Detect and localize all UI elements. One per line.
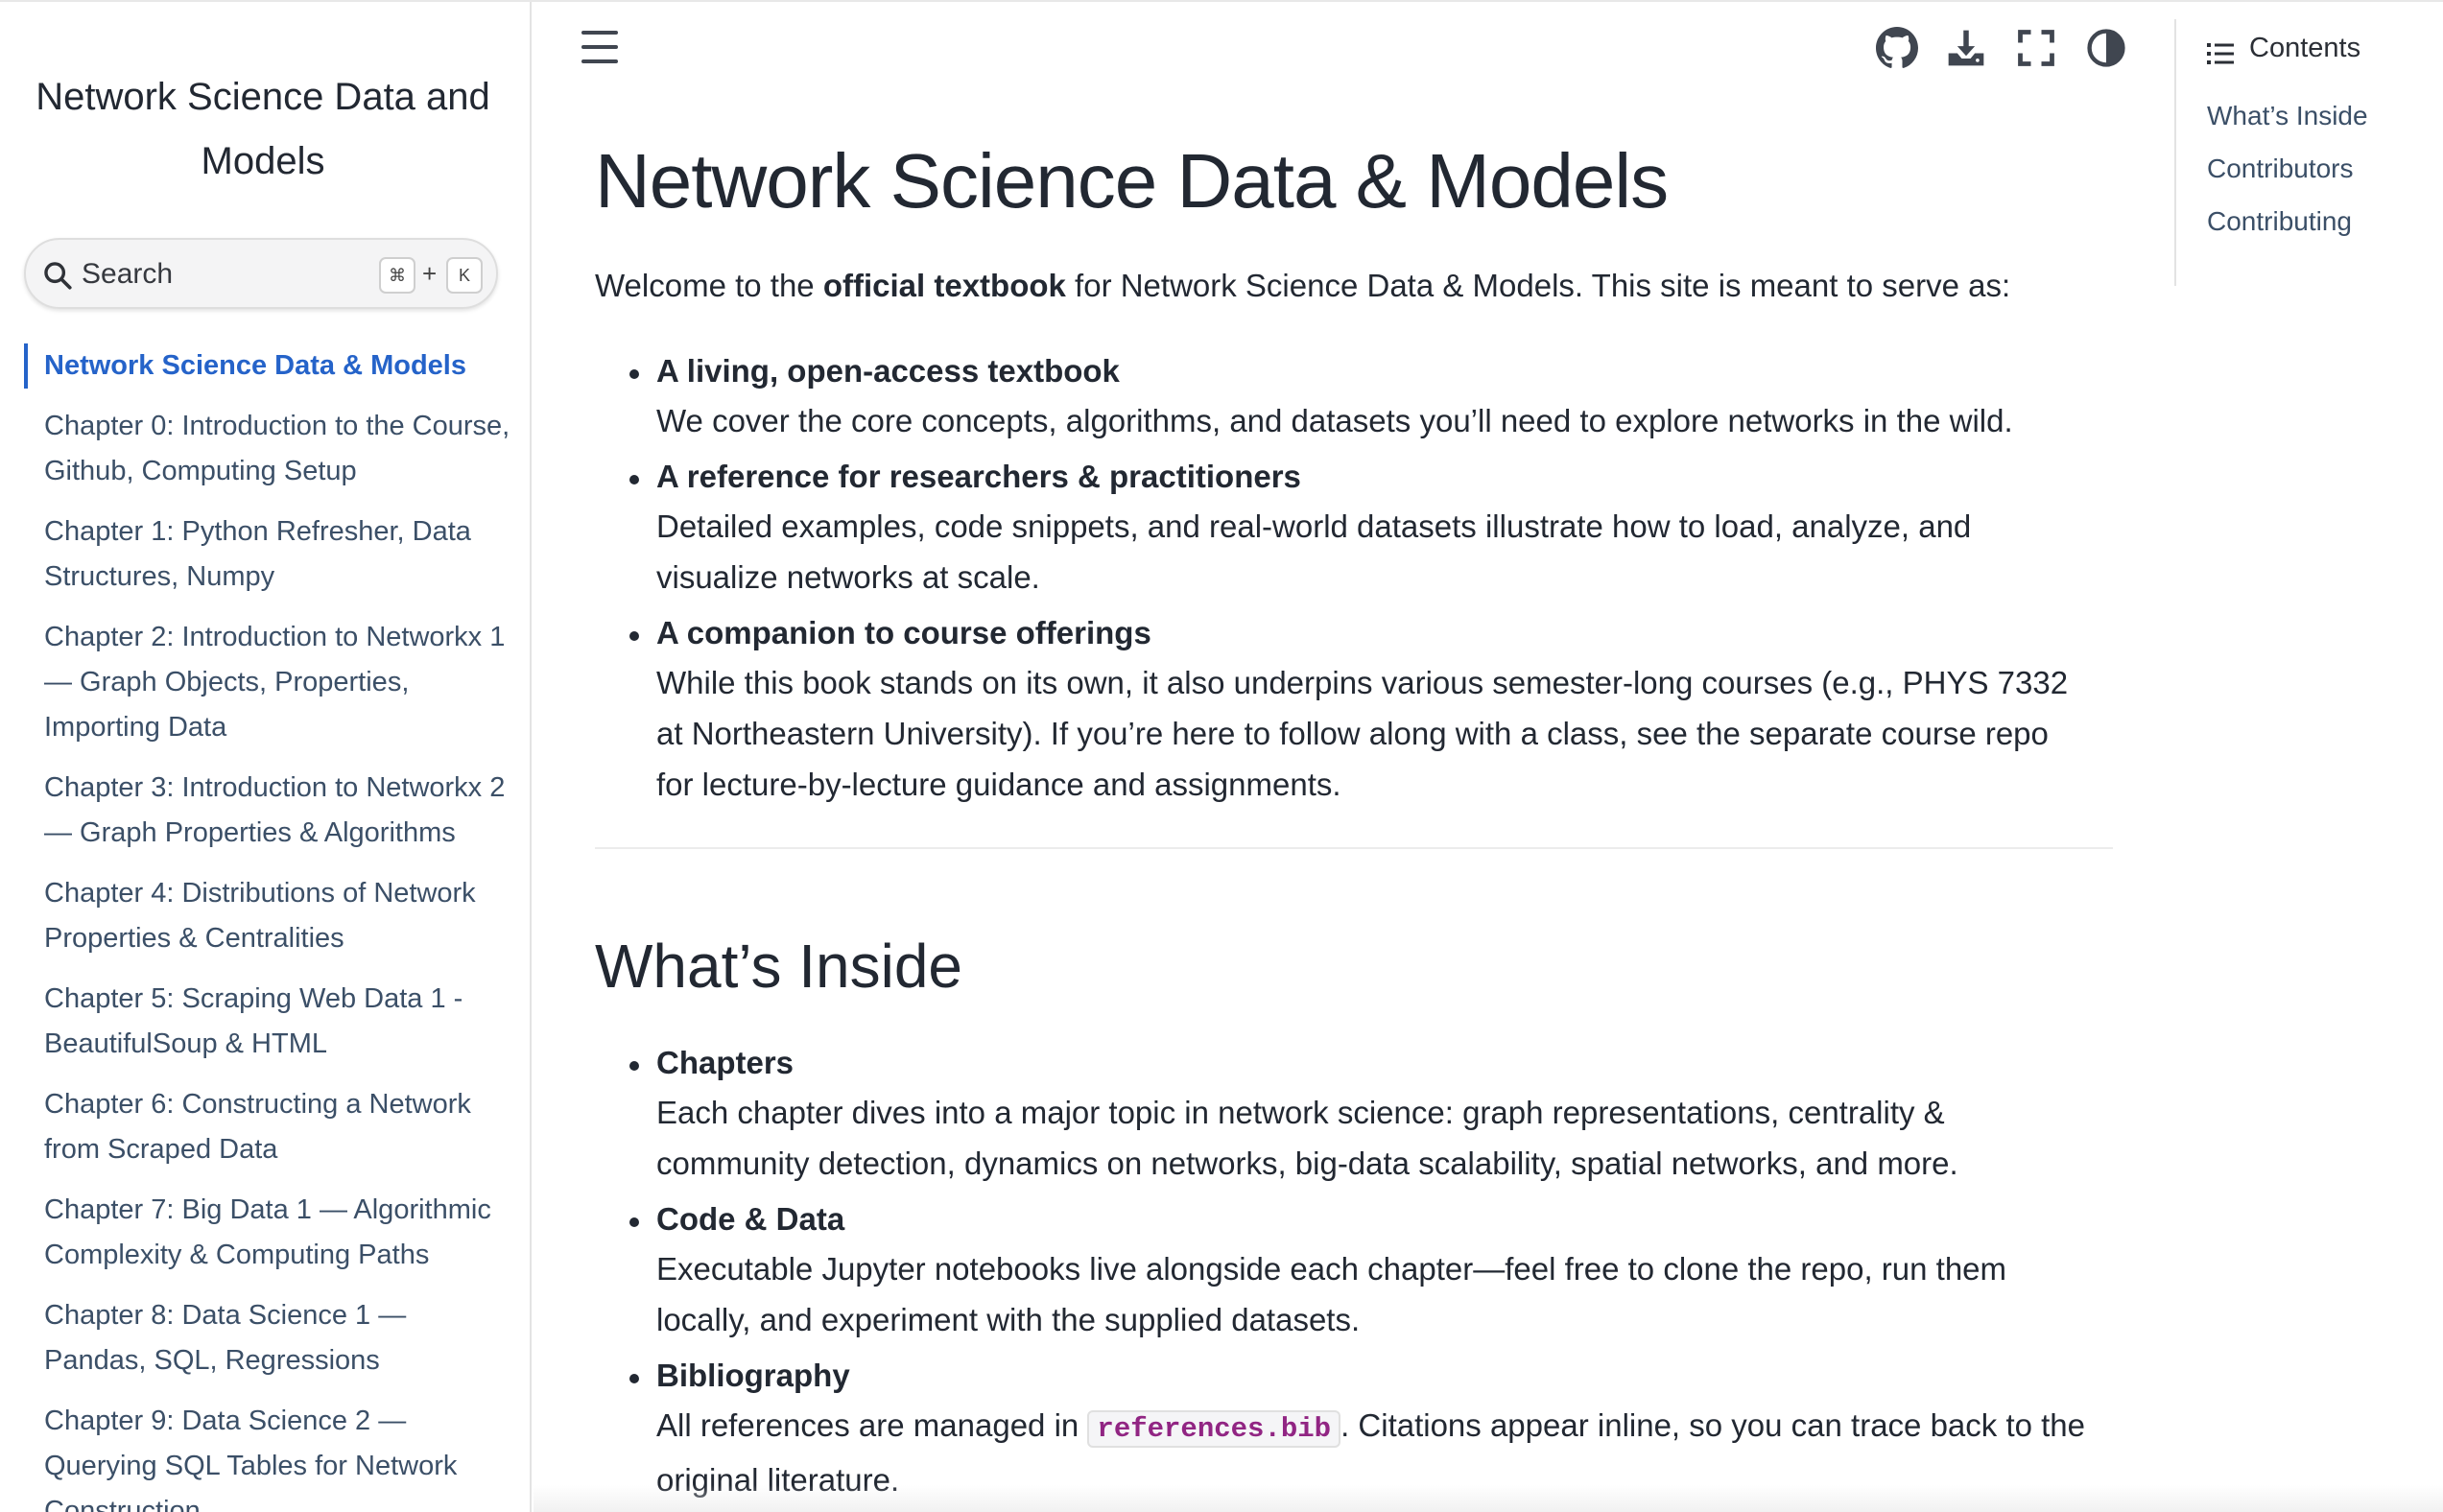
list-item: A companion to course offerings While th… <box>595 609 2092 810</box>
references-bib-code: references.bib <box>1087 1410 1341 1448</box>
list-item: Bibliography All references are managed … <box>595 1352 2092 1505</box>
sidebar-item-chapter-3[interactable]: Chapter 3: Introduction to Networkx 2 — … <box>24 766 513 856</box>
list-item-title: Code & Data <box>656 1201 845 1237</box>
sidebar-item-chapter-8[interactable]: Chapter 8: Data Science 1 — Pandas, SQL,… <box>24 1293 513 1383</box>
toc-item-contributing[interactable]: Contributing <box>2207 203 2368 240</box>
search-icon <box>44 262 72 290</box>
list-item-description: Detailed examples, code snippets, and re… <box>656 508 1972 595</box>
whats-inside-list: Chapters Each chapter dives into a major… <box>595 1039 2092 1512</box>
table-of-contents: Contents What’s Inside Contributors Cont… <box>2174 19 2443 286</box>
list-item: Code & Data Executable Jupyter notebooks… <box>595 1195 2092 1345</box>
intro-text-before: Welcome to the <box>595 268 823 303</box>
list-item: Chapters Each chapter dives into a major… <box>595 1039 2092 1189</box>
sidebar-item-chapter-1[interactable]: Chapter 1: Python Refresher, Data Struct… <box>24 509 513 600</box>
site-title[interactable]: Network Science Data and Models <box>10 65 516 194</box>
shortcut-command-key: ⌘ <box>379 257 415 294</box>
sidebar-item-home[interactable]: Network Science Data & Models <box>24 343 513 389</box>
list-item-description: We cover the core concepts, algorithms, … <box>656 403 2013 438</box>
search-input[interactable]: Search ⌘ + K <box>24 238 498 309</box>
sidebar-item-chapter-2[interactable]: Chapter 2: Introduction to Networkx 1 — … <box>24 615 513 750</box>
sidebar-item-chapter-9[interactable]: Chapter 9: Data Science 2 — Querying SQL… <box>24 1399 513 1512</box>
list-item-title: Bibliography <box>656 1358 850 1393</box>
bottom-scroll-shadow <box>534 1485 2443 1512</box>
list-item-title: Chapters <box>656 1045 795 1080</box>
search-placeholder: Search <box>82 258 174 290</box>
shortcut-plus: + <box>422 259 438 288</box>
list-item-title: A living, open-access textbook <box>656 353 1120 389</box>
chapter-nav: Network Science Data & Models Chapter 0:… <box>24 343 513 1512</box>
toc-item-contributors[interactable]: Contributors <box>2207 151 2368 187</box>
list-item-description: Executable Jupyter notebooks live alongs… <box>656 1251 2007 1337</box>
intro-text-after: for Network Science Data & Models. This … <box>1065 268 2011 303</box>
list-item: A living, open-access textbook We cover … <box>595 347 2092 446</box>
section-divider <box>595 847 2113 849</box>
sidebar: Network Science Data and Models Search ⌘… <box>0 2 532 1512</box>
shortcut-k-key: K <box>446 257 483 294</box>
toc-title: Contents <box>2249 33 2361 63</box>
bibliography-text-before: All references are managed in <box>656 1407 1088 1443</box>
list-item-title: A companion to course offerings <box>656 615 1151 650</box>
list-item: A reference for researchers & practition… <box>595 453 2092 602</box>
page-title: Network Science Data & Models <box>595 138 1669 224</box>
list-item-description: Each chapter dives into a major topic in… <box>656 1095 1958 1181</box>
sidebar-item-chapter-6[interactable]: Chapter 6: Constructing a Network from S… <box>24 1082 513 1172</box>
sidebar-item-chapter-4[interactable]: Chapter 4: Distributions of Network Prop… <box>24 871 513 961</box>
article: Network Science Data & Models Welcome to… <box>595 0 2121 1512</box>
sidebar-item-chapter-5[interactable]: Chapter 5: Scraping Web Data 1 - Beautif… <box>24 977 513 1067</box>
sidebar-item-chapter-7[interactable]: Chapter 7: Big Data 1 — Algorithmic Comp… <box>24 1188 513 1278</box>
list-icon <box>2207 43 2234 64</box>
list-item-title: A reference for researchers & practition… <box>656 459 1301 494</box>
section-heading-whats-inside: What’s Inside <box>595 932 962 1001</box>
sidebar-item-chapter-0[interactable]: Chapter 0: Introduction to the Course, G… <box>24 404 513 494</box>
list-item-description: While this book stands on its own, it al… <box>656 665 2069 802</box>
intro-bold-text: official textbook <box>822 268 1066 303</box>
serves-as-list: A living, open-access textbook We cover … <box>595 347 2092 816</box>
toc-item-whats-inside[interactable]: What’s Inside <box>2207 98 2368 134</box>
intro-paragraph: Welcome to the official textbook for Net… <box>595 265 2010 307</box>
